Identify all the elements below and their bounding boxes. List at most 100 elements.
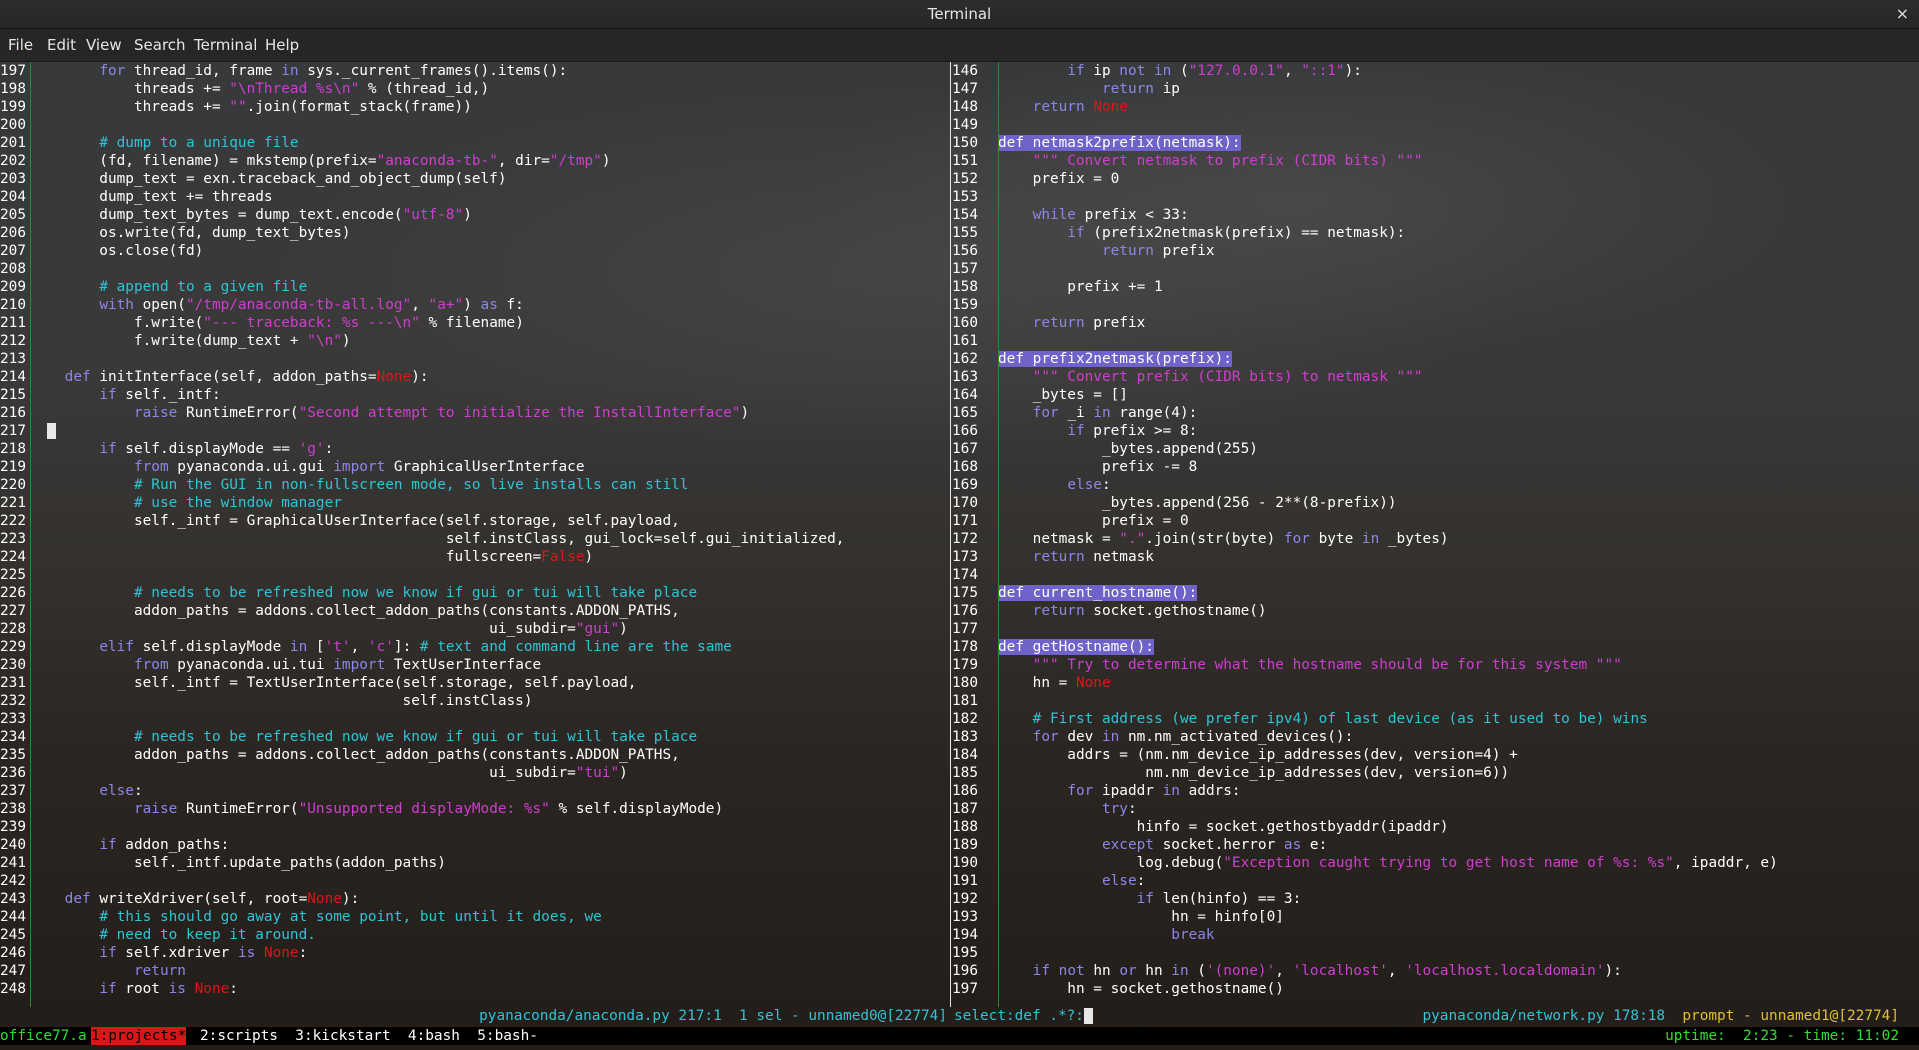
code-line[interactable]: 247 return bbox=[0, 962, 949, 980]
code-line[interactable]: 153 bbox=[952, 188, 1919, 206]
close-icon[interactable]: × bbox=[1896, 0, 1909, 28]
code-line[interactable]: 149 bbox=[952, 116, 1919, 134]
code-line[interactable]: 195 bbox=[952, 944, 1919, 962]
code-line[interactable]: 147 return ip bbox=[952, 80, 1919, 98]
code-line[interactable]: 193 hn = hinfo[0] bbox=[952, 908, 1919, 926]
menu-search[interactable]: Search bbox=[131, 29, 189, 61]
code-line[interactable]: 188 hinfo = socket.gethostbyaddr(ipaddr) bbox=[952, 818, 1919, 836]
code-line[interactable]: 148 return None bbox=[952, 98, 1919, 116]
code-line[interactable]: 227 addon_paths = addons.collect_addon_p… bbox=[0, 602, 949, 620]
right-editor-pane[interactable]: 146 if ip not in ("127.0.0.1", "::1"): 14… bbox=[952, 62, 1919, 1007]
code-line[interactable]: 167 _bytes.append(255) bbox=[952, 440, 1919, 458]
code-line[interactable]: 178 def getHostname(): bbox=[952, 638, 1919, 656]
code-line[interactable]: 228 ui_subdir="gui") bbox=[0, 620, 949, 638]
code-line[interactable]: 197 for thread_id, frame in sys._current… bbox=[0, 62, 949, 80]
code-line[interactable]: 223 self.instClass, gui_lock=self.gui_in… bbox=[0, 530, 949, 548]
tmux-window-list[interactable]: 2:scripts 3:kickstart 4:bash 5:bash- bbox=[200, 1027, 538, 1045]
code-line[interactable]: 185 nm.nm_device_ip_addresses(dev, versi… bbox=[952, 764, 1919, 782]
code-line[interactable]: 222 self._intf = GraphicalUserInterface(… bbox=[0, 512, 949, 530]
code-line[interactable]: 233 bbox=[0, 710, 949, 728]
code-line[interactable]: 177 bbox=[952, 620, 1919, 638]
code-line[interactable]: 168 prefix -= 8 bbox=[952, 458, 1919, 476]
code-line[interactable]: 150 def netmask2prefix(netmask): bbox=[952, 134, 1919, 152]
tmux-window-active[interactable]: 1:projects* bbox=[91, 1027, 187, 1045]
code-line[interactable]: 172 netmask = ".".join(str(byte) for byt… bbox=[952, 530, 1919, 548]
code-line[interactable]: 186 for ipaddr in addrs: bbox=[952, 782, 1919, 800]
code-line[interactable]: 206 os.write(fd, dump_text_bytes) bbox=[0, 224, 949, 242]
code-line[interactable]: 212 f.write(dump_text + "\n") bbox=[0, 332, 949, 350]
code-line[interactable]: 175 def current_hostname(): bbox=[952, 584, 1919, 602]
code-line[interactable]: 210 with open("/tmp/anaconda-tb-all.log"… bbox=[0, 296, 949, 314]
code-line[interactable]: 226 # needs to be refreshed now we know … bbox=[0, 584, 949, 602]
code-line[interactable]: 169 else: bbox=[952, 476, 1919, 494]
code-line[interactable]: 164 _bytes = [] bbox=[952, 386, 1919, 404]
code-line[interactable]: 197 hn = socket.gethostname() bbox=[952, 980, 1919, 998]
code-line[interactable]: 159 bbox=[952, 296, 1919, 314]
code-line[interactable]: 217 bbox=[0, 422, 949, 440]
code-line[interactable]: 208 bbox=[0, 260, 949, 278]
code-line[interactable]: 166 if prefix >= 8: bbox=[952, 422, 1919, 440]
code-line[interactable]: 216 raise RuntimeError("Second attempt t… bbox=[0, 404, 949, 422]
code-line[interactable]: 203 dump_text = exn.traceback_and_object… bbox=[0, 170, 949, 188]
code-line[interactable]: 224 fullscreen=False) bbox=[0, 548, 949, 566]
code-line[interactable]: 196 if not hn or hn in ('(none)', 'local… bbox=[952, 962, 1919, 980]
menu-edit[interactable]: Edit bbox=[44, 29, 79, 61]
code-line[interactable]: 246 if self.xdriver is None: bbox=[0, 944, 949, 962]
code-line[interactable]: 219 from pyanaconda.ui.gui import Graphi… bbox=[0, 458, 949, 476]
code-line[interactable]: 231 self._intf = TextUserInterface(self.… bbox=[0, 674, 949, 692]
menu-help[interactable]: Help bbox=[262, 29, 302, 61]
code-line[interactable]: 209 # append to a given file bbox=[0, 278, 949, 296]
code-line[interactable]: 244 # this should go away at some point,… bbox=[0, 908, 949, 926]
code-line[interactable]: 146 if ip not in ("127.0.0.1", "::1"): bbox=[952, 62, 1919, 80]
code-line[interactable]: 200 bbox=[0, 116, 949, 134]
code-line[interactable]: 163 """ Convert prefix (CIDR bits) to ne… bbox=[952, 368, 1919, 386]
code-line[interactable]: 213 bbox=[0, 350, 949, 368]
code-line[interactable]: 239 bbox=[0, 818, 949, 836]
code-line[interactable]: 245 # need to keep it around. bbox=[0, 926, 949, 944]
code-line[interactable]: 151 """ Convert netmask to prefix (CIDR … bbox=[952, 152, 1919, 170]
menu-view[interactable]: View bbox=[83, 29, 125, 61]
code-line[interactable]: 190 log.debug("Exception caught trying t… bbox=[952, 854, 1919, 872]
code-line[interactable]: 248 if root is None: bbox=[0, 980, 949, 998]
code-line[interactable]: 229 elif self.displayMode in ['t', 'c']:… bbox=[0, 638, 949, 656]
code-line[interactable]: 225 bbox=[0, 566, 949, 584]
code-line[interactable]: 183 for dev in nm.nm_activated_devices()… bbox=[952, 728, 1919, 746]
code-line[interactable]: 242 bbox=[0, 872, 949, 890]
code-line[interactable]: 158 prefix += 1 bbox=[952, 278, 1919, 296]
code-line[interactable]: 198 threads += "\nThread %s\n" % (thread… bbox=[0, 80, 949, 98]
code-line[interactable]: 221 # use the window manager bbox=[0, 494, 949, 512]
code-line[interactable]: 170 _bytes.append(256 - 2**(8-prefix)) bbox=[952, 494, 1919, 512]
code-line[interactable]: 237 else: bbox=[0, 782, 949, 800]
code-line[interactable]: 234 # needs to be refreshed now we know … bbox=[0, 728, 949, 746]
code-line[interactable]: 240 if addon_paths: bbox=[0, 836, 949, 854]
code-line[interactable]: 214 def initInterface(self, addon_paths=… bbox=[0, 368, 949, 386]
code-line[interactable]: 187 try: bbox=[952, 800, 1919, 818]
code-line[interactable]: 205 dump_text_bytes = dump_text.encode("… bbox=[0, 206, 949, 224]
code-line[interactable]: 171 prefix = 0 bbox=[952, 512, 1919, 530]
select-prompt[interactable]: select:def .*?: bbox=[954, 1007, 1093, 1025]
code-line[interactable]: 179 """ Try to determine what the hostna… bbox=[952, 656, 1919, 674]
code-line[interactable]: 230 from pyanaconda.ui.tui import TextUs… bbox=[0, 656, 949, 674]
code-line[interactable]: 215 if self._intf: bbox=[0, 386, 949, 404]
code-line[interactable]: 165 for _i in range(4): bbox=[952, 404, 1919, 422]
code-line[interactable]: 238 raise RuntimeError("Unsupported disp… bbox=[0, 800, 949, 818]
code-line[interactable]: 191 else: bbox=[952, 872, 1919, 890]
code-line[interactable]: 218 if self.displayMode == 'g': bbox=[0, 440, 949, 458]
code-line[interactable]: 189 except socket.herror as e: bbox=[952, 836, 1919, 854]
code-line[interactable]: 207 os.close(fd) bbox=[0, 242, 949, 260]
code-line[interactable]: 220 # Run the GUI in non-fullscreen mode… bbox=[0, 476, 949, 494]
code-line[interactable]: 160 return prefix bbox=[952, 314, 1919, 332]
code-line[interactable]: 173 return netmask bbox=[952, 548, 1919, 566]
code-line[interactable]: 152 prefix = 0 bbox=[952, 170, 1919, 188]
code-line[interactable]: 201 # dump to a unique file bbox=[0, 134, 949, 152]
code-line[interactable]: 211 f.write("--- traceback: %s ---\n" % … bbox=[0, 314, 949, 332]
code-line[interactable]: 157 bbox=[952, 260, 1919, 278]
pane-divider[interactable] bbox=[950, 62, 951, 1007]
code-line[interactable]: 155 if (prefix2netmask(prefix) == netmas… bbox=[952, 224, 1919, 242]
code-line[interactable]: 232 self.instClass) bbox=[0, 692, 949, 710]
code-line[interactable]: 176 return socket.gethostname() bbox=[952, 602, 1919, 620]
code-line[interactable]: 162 def prefix2netmask(prefix): bbox=[952, 350, 1919, 368]
code-line[interactable]: 181 bbox=[952, 692, 1919, 710]
code-line[interactable]: 236 ui_subdir="tui") bbox=[0, 764, 949, 782]
code-line[interactable]: 184 addrs = (nm.nm_device_ip_addresses(d… bbox=[952, 746, 1919, 764]
